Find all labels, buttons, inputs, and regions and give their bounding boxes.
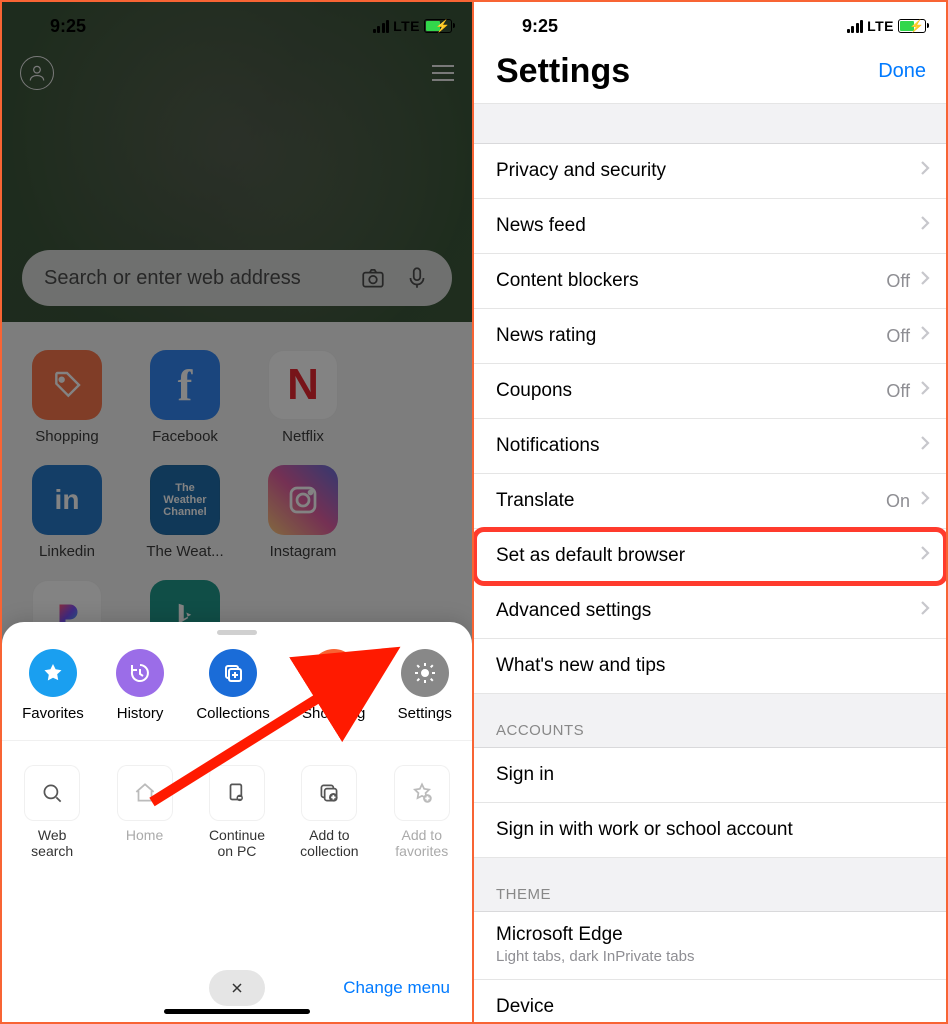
settings-header: Settings Done [474,42,946,104]
settings-row-privacy-and-security[interactable]: Privacy and security [474,144,946,199]
accounts-section-header: ACCOUNTS [474,694,946,748]
signal-icon [847,19,864,33]
chevron-right-icon [920,490,930,512]
tag-icon [310,649,358,697]
action-continue-pc[interactable]: Continueon PC [196,765,278,859]
status-time: 9:25 [522,16,558,37]
collections-icon [209,649,257,697]
settings-row-news-rating[interactable]: News ratingOff [474,309,946,364]
status-time: 9:25 [50,16,86,37]
action-add-favorites[interactable]: Add tofavorites [381,765,463,859]
search-icon [24,765,80,821]
chevron-right-icon [920,160,930,182]
close-sheet-button[interactable] [209,970,265,1006]
chevron-right-icon [920,380,930,402]
network-label: LTE [393,18,420,34]
gear-icon [401,649,449,697]
menu-history[interactable]: History [116,649,164,722]
account-row-sign-in-with-work-or-school-account[interactable]: Sign in with work or school account [474,803,946,858]
battery-icon: ⚡ [898,19,926,33]
theme-next-row[interactable]: Device [474,980,946,1022]
settings-row-translate[interactable]: TranslateOn [474,474,946,529]
menu-collections[interactable]: Collections [196,649,269,722]
theme-section-header: THEME [474,858,946,912]
signal-icon [373,19,390,33]
star-plus-icon [394,765,450,821]
done-button[interactable]: Done [878,60,926,83]
battery-icon: ⚡ [424,19,452,33]
theme-cell[interactable]: Microsoft Edge Light tabs, dark InPrivat… [474,912,946,980]
settings-row-news-feed[interactable]: News feed [474,199,946,254]
star-icon [29,649,77,697]
sheet-grabber[interactable] [217,630,257,635]
action-home[interactable]: Home [104,765,186,859]
action-add-collection[interactable]: Add tocollection [288,765,370,859]
settings-row-coupons[interactable]: CouponsOff [474,364,946,419]
menu-favorites[interactable]: Favorites [22,649,84,722]
settings-row-content-blockers[interactable]: Content blockersOff [474,254,946,309]
status-bar: 9:25 LTE ⚡ [2,2,472,42]
menu-settings[interactable]: Settings [398,649,452,722]
chevron-right-icon [920,545,930,567]
settings-row-advanced-settings[interactable]: Advanced settings [474,584,946,639]
menu-shopping[interactable]: Shopping [302,649,365,722]
settings-row-notifications[interactable]: Notifications [474,419,946,474]
menu-sheet: Favorites History Collections Shopping S… [2,622,472,1022]
settings-row-what-s-new-and-tips[interactable]: What's new and tips [474,639,946,694]
history-icon [116,649,164,697]
chevron-right-icon [920,215,930,237]
chevron-right-icon [920,600,930,622]
network-label: LTE [867,18,894,34]
chevron-right-icon [920,270,930,292]
change-menu-link[interactable]: Change menu [343,978,450,998]
chevron-right-icon [920,435,930,457]
section-spacer [474,104,946,144]
home-indicator [164,1009,310,1014]
account-row-sign-in[interactable]: Sign in [474,748,946,803]
status-bar: 9:25 LTE ⚡ [474,2,946,42]
action-web-search[interactable]: Websearch [11,765,93,859]
chevron-right-icon [920,325,930,347]
device-icon [209,765,265,821]
settings-row-set-as-default-browser[interactable]: Set as default browser [474,529,946,584]
home-icon [117,765,173,821]
page-title: Settings [496,52,630,91]
add-collection-icon [301,765,357,821]
